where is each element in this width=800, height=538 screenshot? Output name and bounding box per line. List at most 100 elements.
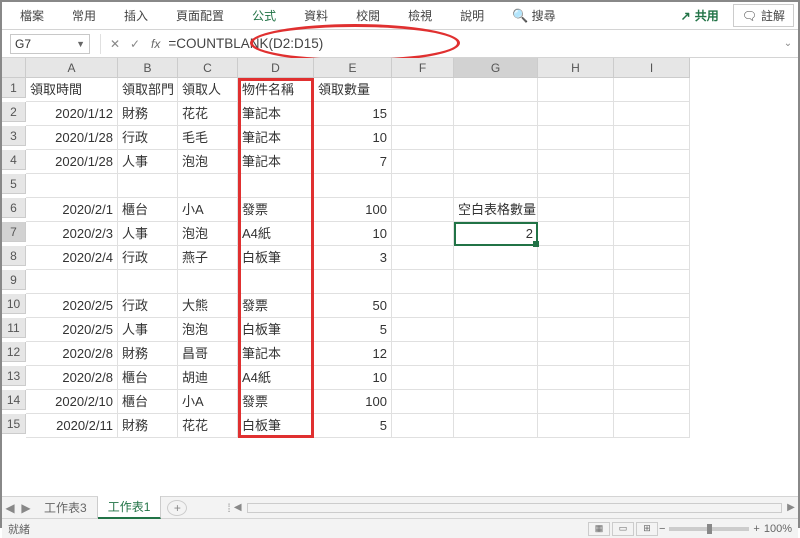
comments-button[interactable]: 註解 [733,4,794,27]
cell-H2[interactable] [538,102,614,126]
view-page-layout-icon[interactable]: ▭ [612,522,634,536]
cell-H10[interactable] [538,294,614,318]
cell-D13[interactable]: A4紙 [238,366,314,390]
cell-D12[interactable]: 筆記本 [238,342,314,366]
cell-G9[interactable] [454,270,538,294]
hscroll-right-icon[interactable]: ▶ [784,502,798,513]
cell-I4[interactable] [614,150,690,174]
cell-G7[interactable]: 2 [454,222,538,246]
zoom-level[interactable]: 100% [764,523,792,535]
cell-C3[interactable]: 毛毛 [178,126,238,150]
ribbon-tab-home[interactable]: 常用 [58,2,110,29]
cell-B8[interactable]: 行政 [118,246,178,270]
ribbon-tab-insert[interactable]: 插入 [110,2,162,29]
cell-I7[interactable] [614,222,690,246]
cell-F14[interactable] [392,390,454,414]
cell-H1[interactable] [538,78,614,102]
cell-A2[interactable]: 2020/1/12 [26,102,118,126]
cell-C6[interactable]: 小A [178,198,238,222]
cell-F10[interactable] [392,294,454,318]
ribbon-tab-data[interactable]: 資料 [290,2,342,29]
cell-F7[interactable] [392,222,454,246]
col-header-F[interactable]: F [392,58,454,78]
cell-I11[interactable] [614,318,690,342]
cell-C15[interactable]: 花花 [178,414,238,438]
row-header-12[interactable]: 12 [2,342,26,362]
cell-I3[interactable] [614,126,690,150]
col-header-E[interactable]: E [314,58,392,78]
formula-input[interactable] [166,34,778,54]
cell-D3[interactable]: 筆記本 [238,126,314,150]
row-header-15[interactable]: 15 [2,414,26,434]
cell-C8[interactable]: 燕子 [178,246,238,270]
cell-A15[interactable]: 2020/2/11 [26,414,118,438]
cell-C14[interactable]: 小A [178,390,238,414]
row-header-3[interactable]: 3 [2,126,26,146]
col-header-B[interactable]: B [118,58,178,78]
row-header-11[interactable]: 11 [2,318,26,338]
cell-E12[interactable]: 12 [314,342,392,366]
cell-D2[interactable]: 筆記本 [238,102,314,126]
cell-B10[interactable]: 行政 [118,294,178,318]
cell-I2[interactable] [614,102,690,126]
cell-H7[interactable] [538,222,614,246]
cell-F8[interactable] [392,246,454,270]
cell-F12[interactable] [392,342,454,366]
cell-C9[interactable] [178,270,238,294]
cell-B7[interactable]: 人事 [118,222,178,246]
cell-A9[interactable] [26,270,118,294]
cell-E4[interactable]: 7 [314,150,392,174]
row-header-8[interactable]: 8 [2,246,26,266]
cell-A13[interactable]: 2020/2/8 [26,366,118,390]
zoom-out-icon[interactable]: − [659,523,665,535]
cell-C13[interactable]: 胡迪 [178,366,238,390]
name-box[interactable]: G7 ▼ [10,34,90,54]
cell-F1[interactable] [392,78,454,102]
cell-H12[interactable] [538,342,614,366]
cell-G6[interactable]: 空白表格數量 [454,198,538,222]
cell-A10[interactable]: 2020/2/5 [26,294,118,318]
cell-E6[interactable]: 100 [314,198,392,222]
col-header-G[interactable]: G [454,58,538,78]
ribbon-tab-review[interactable]: 校閱 [342,2,394,29]
cell-B12[interactable]: 財務 [118,342,178,366]
row-header-1[interactable]: 1 [2,78,26,98]
cell-C2[interactable]: 花花 [178,102,238,126]
col-header-A[interactable]: A [26,58,118,78]
cell-E1[interactable]: 領取數量 [314,78,392,102]
view-normal-icon[interactable]: ▦ [588,522,610,536]
cell-B6[interactable]: 櫃台 [118,198,178,222]
cell-D9[interactable] [238,270,314,294]
cell-A5[interactable] [26,174,118,198]
ribbon-search[interactable]: 🔍 搜尋 [498,2,570,29]
cell-C5[interactable] [178,174,238,198]
cell-F11[interactable] [392,318,454,342]
cell-H6[interactable] [538,198,614,222]
cell-G2[interactable] [454,102,538,126]
ribbon-tab-formulas[interactable]: 公式 [238,2,290,29]
cell-C11[interactable]: 泡泡 [178,318,238,342]
cell-A4[interactable]: 2020/1/28 [26,150,118,174]
zoom-slider[interactable] [669,527,749,531]
cell-D15[interactable]: 白板筆 [238,414,314,438]
cell-C4[interactable]: 泡泡 [178,150,238,174]
row-header-7[interactable]: 7 [2,222,26,242]
cell-E14[interactable]: 100 [314,390,392,414]
sheet-tab-0[interactable]: 工作表3 [34,497,98,518]
cell-A6[interactable]: 2020/2/1 [26,198,118,222]
cell-A14[interactable]: 2020/2/10 [26,390,118,414]
ribbon-tab-layout[interactable]: 頁面配置 [162,2,238,29]
cell-G10[interactable] [454,294,538,318]
cell-D1[interactable]: 物件名稱 [238,78,314,102]
row-header-14[interactable]: 14 [2,390,26,410]
cell-D4[interactable]: 筆記本 [238,150,314,174]
cell-D7[interactable]: A4紙 [238,222,314,246]
cell-I6[interactable] [614,198,690,222]
cell-A1[interactable]: 領取時間 [26,78,118,102]
cell-H4[interactable] [538,150,614,174]
cell-I9[interactable] [614,270,690,294]
cell-B3[interactable]: 行政 [118,126,178,150]
cell-D6[interactable]: 發票 [238,198,314,222]
cell-D11[interactable]: 白板筆 [238,318,314,342]
cell-H11[interactable] [538,318,614,342]
